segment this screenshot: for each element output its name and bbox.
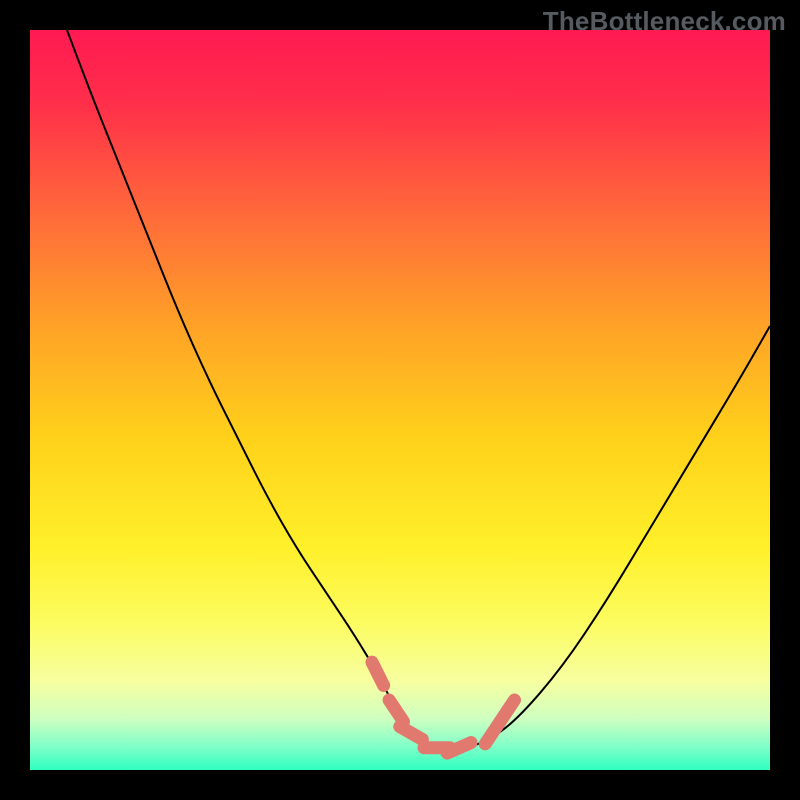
plot-area	[30, 30, 770, 770]
watermark-text: TheBottleneck.com	[543, 6, 786, 37]
bottleneck-chart	[30, 30, 770, 770]
gradient-background	[30, 30, 770, 770]
chart-frame: TheBottleneck.com	[0, 0, 800, 800]
